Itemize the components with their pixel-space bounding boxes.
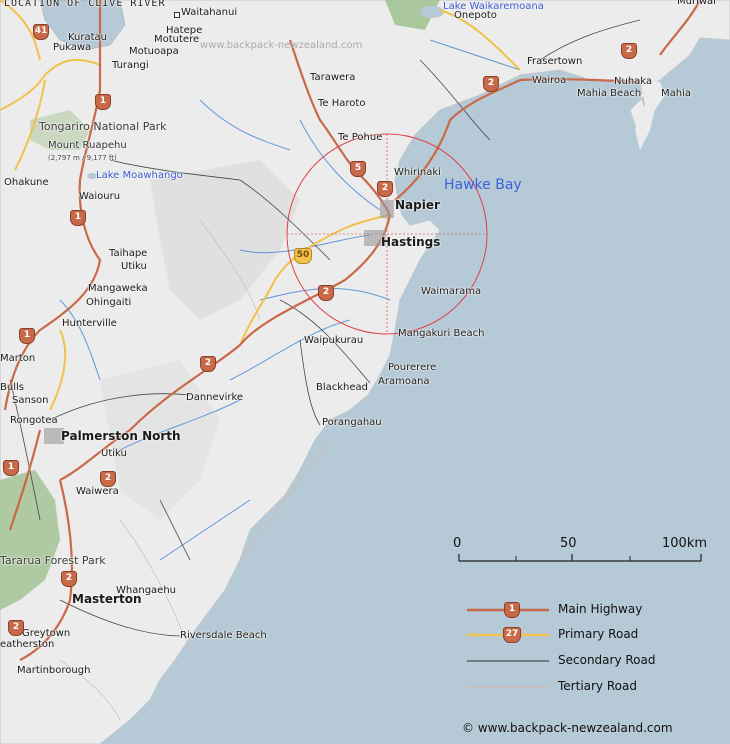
road-shield-2-frasertown: 2: [621, 43, 637, 59]
map-legend: 1 Main Highway 27 Primary Road Secondary…: [465, 600, 725, 700]
label-muriwai: Muriwai: [677, 0, 716, 7]
label-napier: Napier: [395, 198, 440, 212]
legend-tertiary-road: Tertiary Road: [465, 677, 725, 697]
copyright-link[interactable]: © www.backpack-newzealand.com: [462, 721, 673, 735]
legend-primary-road-label: Primary Road: [558, 627, 639, 641]
legend-primary-road-shield: 27: [503, 627, 521, 643]
legend-secondary-road: Secondary Road: [465, 651, 725, 671]
label-hastings: Hastings: [381, 235, 441, 249]
label-taihape: Taihape: [109, 248, 148, 259]
legend-primary-road: 27 Primary Road: [465, 625, 725, 645]
label-motuoapa: Motuoapa: [129, 46, 179, 57]
label-nuhaka: Nuhaka: [614, 76, 653, 87]
label-utiku: Utiku: [121, 261, 147, 272]
label-marton: Marton: [0, 353, 36, 364]
road-shield-2-masterton: 2: [61, 571, 77, 587]
label-sanson: Sanson: [12, 395, 49, 406]
label-ohingaiti: Ohingaiti: [86, 297, 132, 308]
road-shield-2-napier: 2: [377, 181, 393, 197]
label-ruapehu-elevation: (2,797 m / 9,177 ft): [48, 154, 117, 162]
marker-waitahanui: [174, 12, 180, 18]
legend-main-highway: 1 Main Highway: [465, 600, 725, 620]
road-shield-2-greytown: 2: [8, 620, 24, 636]
map[interactable]: LOCATION OF CLIVE RIVER www.backpack-new…: [0, 0, 730, 744]
label-hunterville: Hunterville: [62, 318, 117, 329]
scale-bar: 0 50 100km: [453, 536, 708, 566]
label-waipukurau: Waipukurau: [304, 335, 364, 346]
legend-tertiary-road-symbol: [467, 686, 549, 688]
label-onepoto: Onepoto: [454, 10, 497, 21]
label-rongotea: Rongotea: [10, 415, 58, 426]
road-shield-1-north: 1: [95, 94, 111, 110]
label-pourerere: Pourerere: [388, 362, 437, 373]
label-te-pohue: Te Pohue: [338, 132, 383, 143]
legend-main-highway-shield: 1: [504, 602, 520, 618]
road-shield-1-waiouru: 1: [70, 210, 86, 226]
label-utiku-south: Utiku: [101, 448, 127, 459]
road-shield-50: 50: [294, 248, 312, 264]
label-dannevirke: Dannevirke: [186, 392, 244, 403]
road-shield-1-hunterville: 1: [19, 328, 35, 344]
label-waitahanui: Waitahanui: [181, 7, 238, 18]
road-shield-2-south: 2: [318, 285, 334, 301]
label-tararua-park: Tararua Forest Park: [0, 554, 106, 567]
label-aramoana: Aramoana: [378, 376, 430, 387]
label-mahia-beach: Mahia Beach: [577, 88, 642, 99]
road-shield-2-waipukurau: 2: [200, 356, 216, 372]
napier-urban: [380, 200, 394, 218]
label-wairoa: Wairoa: [532, 75, 567, 86]
scale-bar-line: [458, 554, 702, 562]
label-blackhead: Blackhead: [316, 382, 369, 393]
road-shield-2-palmerston: 2: [100, 471, 116, 487]
watermark: www.backpack-newzealand.com: [200, 40, 363, 51]
label-masterton: Masterton: [72, 592, 142, 606]
label-mangaweka: Mangaweka: [88, 283, 148, 294]
map-title: LOCATION OF CLIVE RIVER: [4, 0, 166, 9]
road-shield-1-south: 1: [3, 460, 19, 476]
label-turangi: Turangi: [112, 60, 149, 71]
label-mangakuri-beach: Mangakuri Beach: [398, 328, 485, 339]
label-martinborough: Martinborough: [17, 665, 91, 676]
label-tongariro-park: Tongariro National Park: [39, 120, 167, 133]
label-mount-ruapehu: Mount Ruapehu: [48, 140, 127, 151]
label-bulls: Bulls: [0, 382, 24, 393]
legend-secondary-road-symbol: [467, 660, 549, 662]
label-frasertown: Frasertown: [527, 56, 583, 67]
label-featherston: eatherston: [0, 639, 55, 650]
label-pukawa: Pukawa: [53, 42, 92, 53]
label-palmerston-north: Palmerston North: [61, 429, 181, 443]
road-shield-2-wairoa: 2: [483, 76, 499, 92]
label-waiwera: Waiwera: [76, 486, 119, 497]
label-riversdale-beach: Riversdale Beach: [180, 630, 267, 641]
lake-waikaremoana-water: [420, 6, 444, 18]
label-waiouru: Waiouru: [79, 191, 121, 202]
label-tarawera: Tarawera: [310, 72, 356, 83]
label-porangahau: Porangahau: [322, 417, 382, 428]
label-lake-moawhango: Lake Moawhango: [96, 170, 183, 181]
legend-tertiary-road-label: Tertiary Road: [558, 679, 637, 693]
label-waimarama: Waimarama: [421, 286, 482, 297]
road-shield-5: 5: [350, 161, 366, 177]
label-motutere: Motutere: [154, 34, 200, 45]
legend-secondary-road-label: Secondary Road: [558, 653, 656, 667]
label-mahia: Mahia: [661, 88, 691, 99]
label-te-haroto: Te Haroto: [318, 98, 366, 109]
legend-main-highway-label: Main Highway: [558, 602, 643, 616]
label-hawke-bay: Hawke Bay: [444, 177, 522, 193]
label-whirinaki: Whirinaki: [394, 167, 441, 178]
label-ohakune: Ohakune: [4, 177, 49, 188]
road-shield-41: 41: [33, 24, 49, 40]
